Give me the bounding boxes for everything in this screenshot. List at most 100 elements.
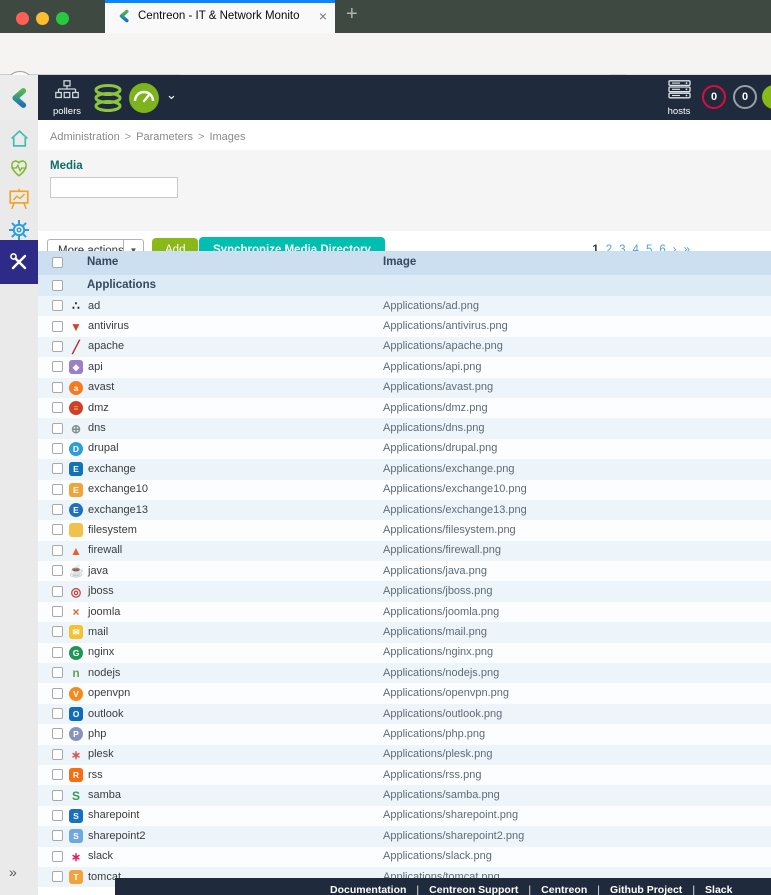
mail-icon: ✉ [69,625,83,639]
chevron-down-icon[interactable]: ⌄ [166,87,177,103]
row-checkbox[interactable] [52,606,63,617]
media-filter-input[interactable] [50,177,178,198]
media-path: Applications/exchange13.png [383,504,527,516]
sidebar-item-home[interactable] [0,123,38,153]
row-checkbox[interactable] [52,769,63,780]
table-row: ∴adApplications/ad.png [38,296,771,316]
row-checkbox[interactable] [52,545,63,556]
close-tab-icon[interactable]: × [319,8,327,24]
database-status-icon[interactable] [92,82,124,119]
nginx-icon: G [69,646,83,660]
zoom-window-button[interactable] [56,12,69,25]
row-checkbox[interactable] [52,321,63,332]
close-window-button[interactable] [16,12,29,25]
media-name: rss [88,769,103,781]
select-all-checkbox[interactable] [52,257,63,268]
media-name: antivirus [88,320,129,332]
row-checkbox[interactable] [52,667,63,678]
exchange-icon: E [69,462,83,476]
row-checkbox[interactable] [52,708,63,719]
table-row: ◎jbossApplications/jboss.png [38,581,771,601]
row-checkbox[interactable] [52,423,63,434]
easel-chart-icon [8,188,30,210]
breadcrumb-administration[interactable]: Administration [50,131,120,143]
footer-separator: | [416,884,419,895]
row-checkbox[interactable] [52,402,63,413]
table-row: ✉mailApplications/mail.png [38,622,771,642]
column-header-image[interactable]: Image [383,256,416,268]
footer-link-documentation[interactable]: Documentation [330,884,406,895]
table-row: PphpApplications/php.png [38,724,771,744]
row-checkbox[interactable] [52,463,63,474]
media-path: Applications/nginx.png [383,646,493,658]
footer-separator: | [597,884,600,895]
exchange13-icon: E [69,503,83,517]
minimize-window-button[interactable] [36,12,49,25]
joomla-icon: × [69,605,83,619]
row-checkbox[interactable] [52,790,63,801]
row-checkbox[interactable] [52,810,63,821]
table-row: DdrupalApplications/drupal.png [38,439,771,459]
row-checkbox[interactable] [52,382,63,393]
sidebar-item-monitoring[interactable] [0,153,38,183]
row-checkbox[interactable] [52,484,63,495]
row-checkbox[interactable] [52,830,63,841]
table-row: Eexchange10Applications/exchange10.png [38,480,771,500]
heartbeat-icon [8,157,30,179]
table-row: EexchangeApplications/exchange.png [38,459,771,479]
row-checkbox[interactable] [52,749,63,760]
row-checkbox[interactable] [52,647,63,658]
pollers-menu[interactable]: pollers [50,80,84,117]
footer-separator: | [692,884,695,895]
row-checkbox[interactable] [52,871,63,882]
centreon-logo[interactable] [0,75,38,120]
row-checkbox[interactable] [52,565,63,576]
new-tab-button[interactable]: + [346,3,358,26]
footer-link-centreon[interactable]: Centreon [541,884,587,895]
media-path: Applications/filesystem.png [383,524,516,536]
hosts-unreachable-badge[interactable]: 0 [733,85,757,109]
table-row: GnginxApplications/nginx.png [38,643,771,663]
footer-link-slack[interactable]: Slack [705,884,732,895]
drupal-icon: D [69,442,83,456]
media-path: Applications/exchange10.png [383,483,527,495]
row-checkbox[interactable] [52,688,63,699]
row-checkbox[interactable] [52,728,63,739]
row-checkbox[interactable] [52,504,63,515]
sharepoint2-icon: S [69,829,83,843]
media-name: mail [88,626,108,638]
row-checkbox[interactable] [52,361,63,372]
row-checkbox[interactable] [52,626,63,637]
latency-gauge-icon[interactable] [128,82,160,119]
media-path: Applications/firewall.png [383,544,501,556]
sidebar-item-reporting[interactable] [0,184,38,214]
column-header-name[interactable]: Name [87,256,118,268]
footer-link-support[interactable]: Centreon Support [429,884,518,895]
table-row: ▲firewallApplications/firewall.png [38,541,771,561]
hosts-down-badge[interactable]: 0 [702,85,726,109]
row-checkbox[interactable] [52,300,63,311]
row-checkbox[interactable] [52,443,63,454]
row-checkbox[interactable] [52,586,63,597]
media-name: slack [88,850,113,862]
browser-tab[interactable]: Centreon - IT & Network Monito × [105,0,335,33]
table-row: ≡dmzApplications/dmz.png [38,398,771,418]
media-name: nodejs [88,667,120,679]
breadcrumb-parameters[interactable]: Parameters [136,131,193,143]
home-icon [9,128,30,149]
row-checkbox[interactable] [52,851,63,862]
hosts-up-badge[interactable] [762,85,771,109]
media-path: Applications/dns.png [383,422,485,434]
row-checkbox[interactable] [52,341,63,352]
sidebar-expand-icon[interactable]: » [9,864,17,880]
media-name: samba [88,789,121,801]
group-checkbox[interactable] [52,280,63,291]
sidebar-item-administration[interactable] [0,240,38,284]
footer-link-github[interactable]: Github Project [610,884,682,895]
media-path: Applications/outlook.png [383,708,502,720]
hosts-menu[interactable]: hosts [662,80,696,117]
media-path: Applications/ad.png [383,300,479,312]
row-checkbox[interactable] [52,524,63,535]
filesystem-icon [69,523,83,537]
exchange10-icon: E [69,483,83,497]
